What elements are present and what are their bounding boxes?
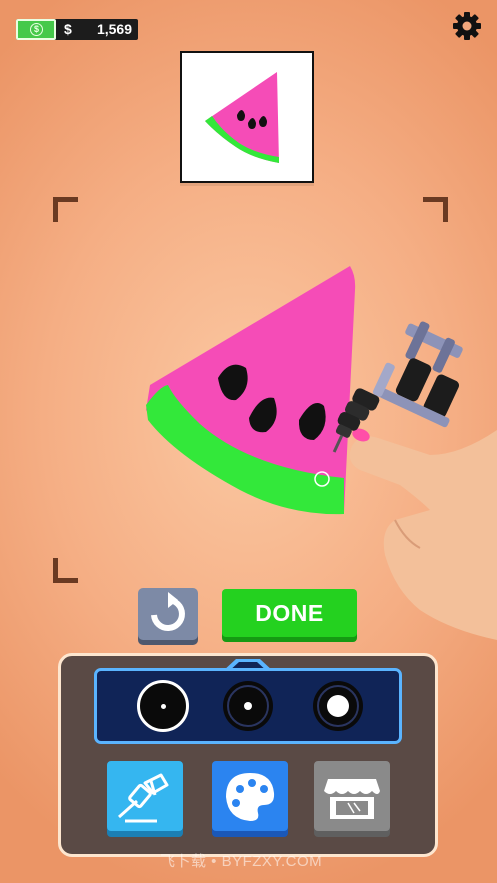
needle-large[interactable] <box>137 680 189 732</box>
shop-icon <box>324 779 380 819</box>
needle-size-selector <box>94 668 402 744</box>
shop-button[interactable] <box>314 761 390 831</box>
done-button[interactable]: DONE <box>222 589 357 637</box>
hand <box>349 430 497 640</box>
rotate-arrow-icon <box>151 592 185 631</box>
tattoo-machine-icon <box>118 773 169 823</box>
color-palette-button[interactable] <box>212 761 288 831</box>
needle-medium[interactable] <box>223 681 273 731</box>
tattoo-machine-button[interactable] <box>107 761 183 831</box>
reset-button[interactable] <box>138 588 198 640</box>
palette-icon <box>226 773 275 821</box>
watermark-text: 飞卜载 • BYFZXY.COM <box>160 853 323 870</box>
needle-fill[interactable] <box>313 681 363 731</box>
